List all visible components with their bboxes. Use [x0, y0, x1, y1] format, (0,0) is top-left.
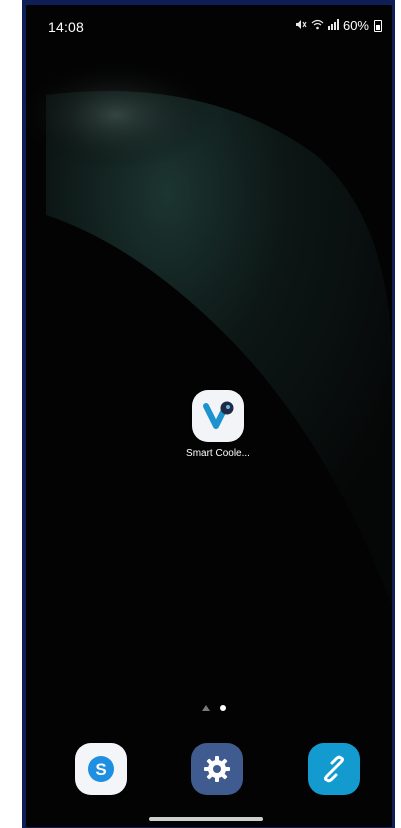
app-label: Smart Coole... — [186, 448, 250, 459]
svg-text:S: S — [95, 760, 106, 779]
current-page-dot — [220, 705, 226, 711]
link-sharing-app[interactable] — [308, 743, 360, 795]
phone-screen: 14:08 60% Smart Coole... S — [26, 5, 392, 827]
signal-icon — [327, 18, 339, 33]
mute-icon — [295, 19, 307, 33]
status-time: 14:08 — [48, 19, 85, 35]
skype-icon: S — [88, 756, 114, 782]
settings-app[interactable] — [191, 743, 243, 795]
home-page-indicator-icon — [202, 705, 210, 711]
status-bar: 14:08 60% — [26, 5, 392, 45]
status-icons: 60% — [295, 18, 382, 33]
gesture-navigation-bar[interactable] — [149, 817, 263, 821]
smart-cooler-app[interactable]: Smart Coole... — [173, 390, 263, 459]
smart-cooler-app-icon — [192, 390, 244, 442]
wifi-icon — [311, 19, 324, 33]
skype-app[interactable]: S — [75, 743, 127, 795]
page-indicator[interactable] — [202, 705, 226, 711]
battery-icon — [374, 19, 382, 32]
settings-icon — [204, 756, 230, 782]
battery-percent: 60% — [342, 18, 369, 33]
link-sharing-icon — [324, 755, 344, 783]
